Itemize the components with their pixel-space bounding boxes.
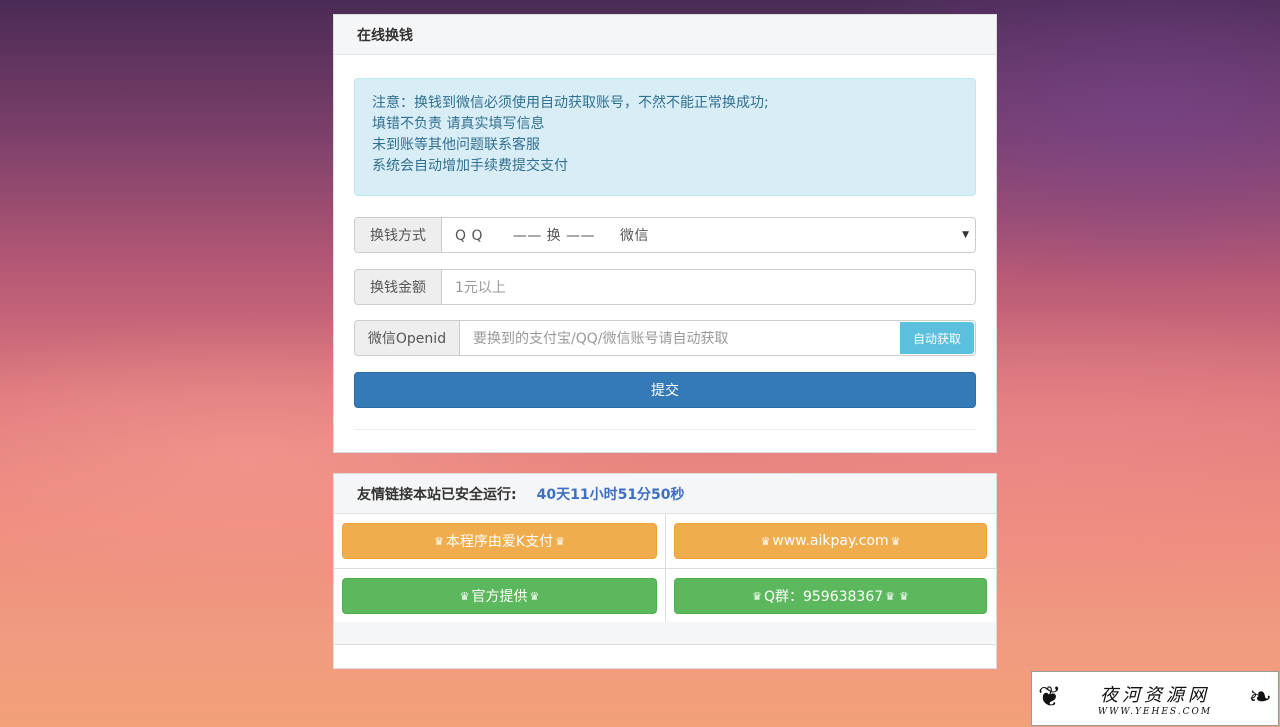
method-label: 换钱方式 xyxy=(355,218,442,252)
notice-alert: 注意：换钱到微信必须使用自动获取账号，不然不能正常换成功; 填错不负责 请真实填… xyxy=(354,78,976,196)
watermark-text: 夜河资源网 WWW.YEHES.COM xyxy=(1098,681,1212,717)
panel-footer xyxy=(334,622,996,645)
method-group: 换钱方式 Q Q —— 换 —— 微信 ▼ xyxy=(354,217,976,253)
link-button-aikpay[interactable]: ♛ 本程序由爱K支付 ♛ xyxy=(342,523,657,559)
amount-placeholder: 1元以上 xyxy=(455,280,506,296)
divider xyxy=(354,429,976,430)
crown-icon: ♛ xyxy=(529,589,540,603)
links-cell: ♛ 本程序由爱K支付 ♛ xyxy=(334,514,665,568)
notice-line: 注意：换钱到微信必须使用自动获取账号，不然不能正常换成功; xyxy=(372,95,769,111)
crown-icon: ♛ xyxy=(890,534,901,548)
links-row: ♛ 本程序由爱K支付 ♛ ♛ www.aikpay.com ♛ xyxy=(334,514,996,569)
crown-icon: ♛ xyxy=(885,589,896,603)
links-cell: ♛ www.aikpay.com ♛ xyxy=(665,514,996,568)
link-button-website[interactable]: ♛ www.aikpay.com ♛ xyxy=(674,523,987,559)
watermark-title: 夜河资源网 xyxy=(1100,684,1210,706)
method-select[interactable]: Q Q —— 换 —— 微信 ▼ xyxy=(442,218,975,252)
openid-group: 微信Openid 要换到的支付宝/QQ/微信账号请自动获取 自动获取 xyxy=(354,320,976,356)
method-select-value: Q Q —— 换 —— 微信 xyxy=(455,228,649,244)
amount-input[interactable]: 1元以上 xyxy=(442,270,975,304)
crown-icon: ♛ xyxy=(459,589,470,603)
exchange-panel: 在线换钱 注意：换钱到微信必须使用自动获取账号，不然不能正常换成功; 填错不负责… xyxy=(333,14,997,453)
auto-fetch-button[interactable]: 自动获取 xyxy=(900,322,974,354)
link-label: 本程序由爱K支付 xyxy=(445,534,554,550)
watermark-logo: ❦ 夜河资源网 WWW.YEHES.COM ❧ xyxy=(1031,671,1279,726)
links-heading: 友情链接本站已安全运行: 40天11小时51分50秒 xyxy=(334,474,996,514)
links-panel: 友情链接本站已安全运行: 40天11小时51分50秒 ♛ 本程序由爱K支付 ♛ … xyxy=(333,473,997,669)
link-label: www.aikpay.com xyxy=(772,533,889,549)
amount-label: 换钱金额 xyxy=(355,270,442,304)
ornament-left-icon: ❦ xyxy=(1038,680,1062,713)
openid-input[interactable]: 要换到的支付宝/QQ/微信账号请自动获取 xyxy=(460,321,899,355)
notice-line: 系统会自动增加手续费提交支付 xyxy=(372,158,568,174)
notice-line: 填错不负责 请真实填写信息 xyxy=(372,116,545,132)
runtime-counter: 40天11小时51分50秒 xyxy=(536,486,685,503)
link-button-qq-group[interactable]: ♛ Q群：959638367 ♛ ♛ xyxy=(674,578,987,614)
link-button-official[interactable]: ♛ 官方提供 ♛ xyxy=(342,578,657,614)
crown-icon: ♛ xyxy=(899,589,909,603)
links-title: 友情链接本站已安全运行: xyxy=(357,486,517,503)
watermark-subtitle: WWW.YEHES.COM xyxy=(1097,706,1213,717)
link-label: Q群：959638367 xyxy=(763,589,884,605)
links-cell: ♛ Q群：959638367 ♛ ♛ xyxy=(665,569,996,623)
openid-placeholder: 要换到的支付宝/QQ/微信账号请自动获取 xyxy=(473,331,729,347)
links-cell: ♛ 官方提供 ♛ xyxy=(334,569,665,623)
link-label: 官方提供 xyxy=(471,589,528,605)
crown-icon: ♛ xyxy=(752,589,762,603)
openid-label: 微信Openid xyxy=(355,321,460,355)
ornament-right-icon: ❧ xyxy=(1248,680,1272,713)
caret-down-icon: ▼ xyxy=(962,230,969,240)
panel-title: 在线换钱 xyxy=(334,15,996,55)
links-table: ♛ 本程序由爱K支付 ♛ ♛ www.aikpay.com ♛ ♛ 官方提供 ♛ xyxy=(334,514,996,624)
crown-icon: ♛ xyxy=(555,534,565,548)
submit-button[interactable]: 提交 xyxy=(354,372,976,408)
crown-icon: ♛ xyxy=(760,534,771,548)
amount-group: 换钱金额 1元以上 xyxy=(354,269,976,305)
links-row: ♛ 官方提供 ♛ ♛ Q群：959638367 ♛ ♛ xyxy=(334,569,996,624)
crown-icon: ♛ xyxy=(434,534,444,548)
notice-line: 未到账等其他问题联系客服 xyxy=(372,137,540,153)
